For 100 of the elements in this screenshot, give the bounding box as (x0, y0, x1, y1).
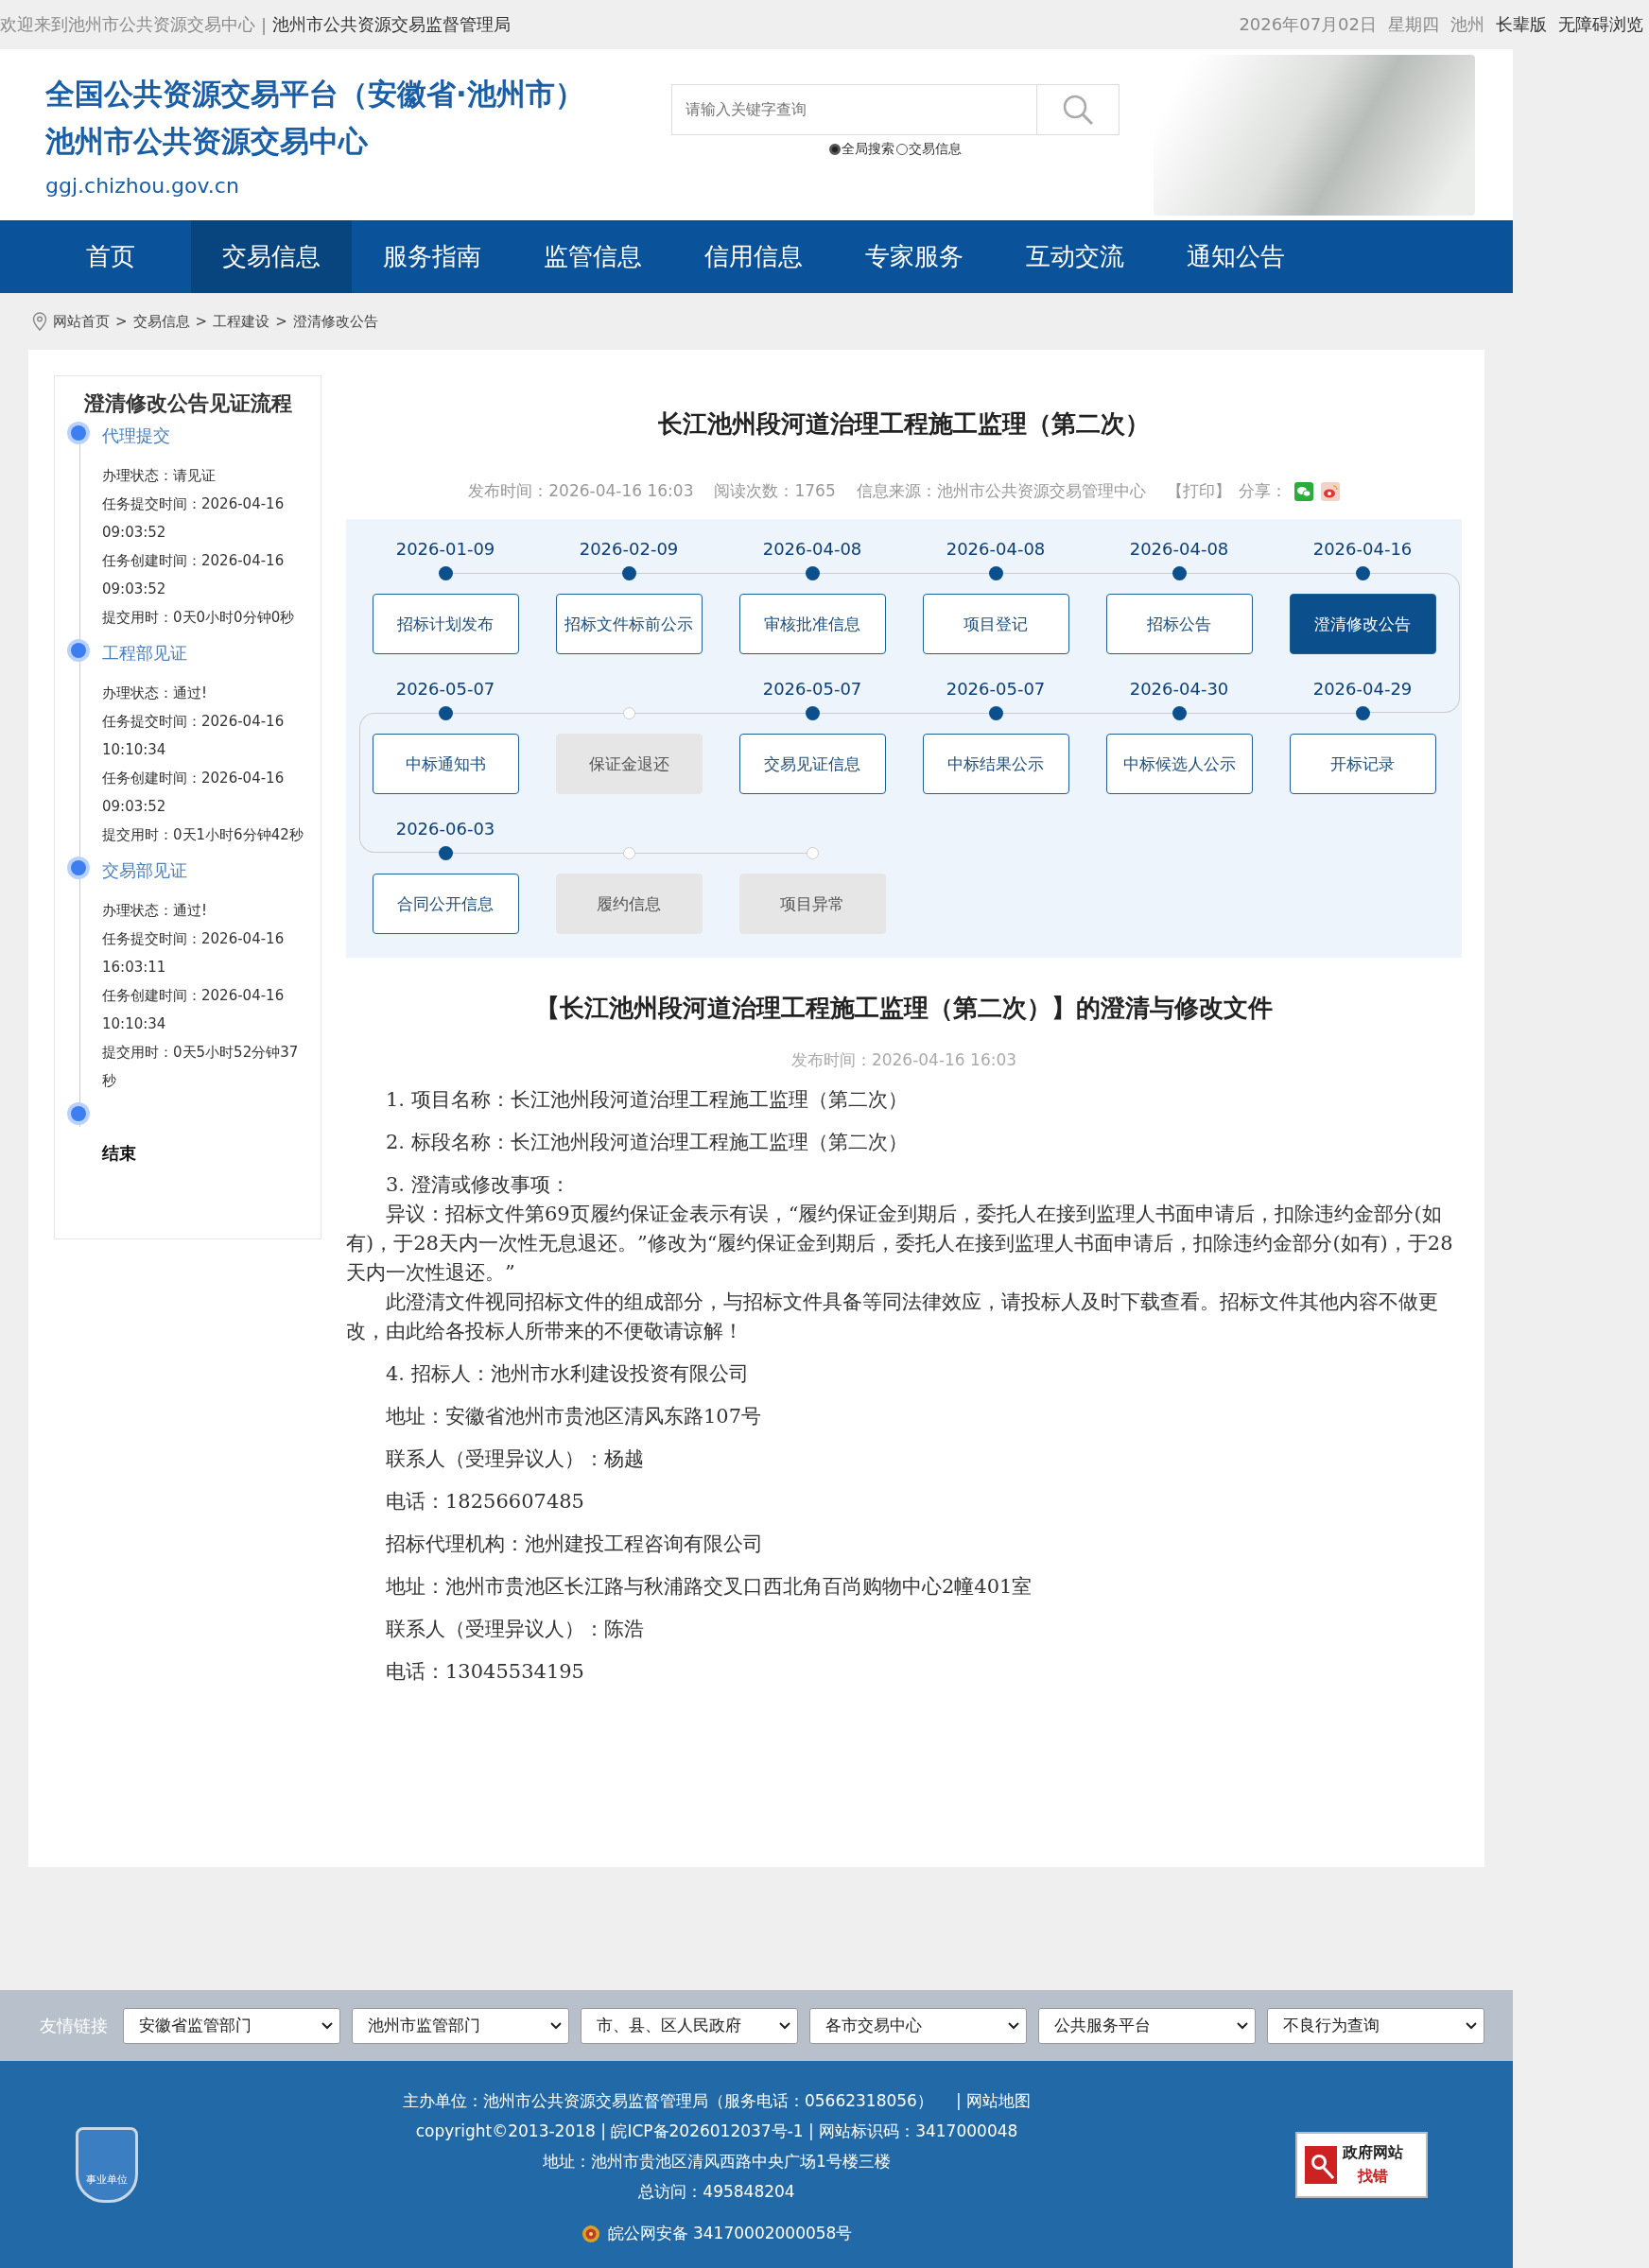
search-icon (1062, 93, 1094, 126)
breadcrumb-link[interactable]: 网站首页 (53, 312, 110, 331)
body-paragraph: 招标代理机构：池州建投工程咨询有限公司 (385, 1532, 764, 1557)
body-paragraph: 1. 项目名称：长江池州段河道治理工程施工监理（第二次） (385, 1087, 909, 1113)
stage-date: 2026-04-08 (946, 539, 1046, 559)
wechat-icon[interactable] (1293, 481, 1313, 501)
link-dropdown[interactable]: 各市交易中心 (809, 2007, 1027, 2044)
nav-tab[interactable]: 交易信息 (191, 220, 352, 293)
stage-button[interactable]: 审核批准信息 (738, 594, 886, 654)
document-date: 发布时间：2026-04-16 16:03 (790, 1049, 1018, 1071)
address-text: 地址：池州市贵池区清风西路中央广场1号楼三楼 (543, 2151, 891, 2173)
stage-date: 2026-01-09 (395, 539, 495, 559)
body-paragraph: 异议：招标文件第69页履约保证金表示有误，“履约保证金到期后，委托人在接到监理人书面申请后，扣除违约金部分(如有)，于28天内一次性无息退还。”修改为“履约保证金到期后，委托人在接到监理人书面申请后，扣除违约金部分(如有)，于28天内一次性退还。” (346, 1202, 1454, 1286)
stage-button[interactable]: 交易见证信息 (738, 734, 886, 794)
breadcrumb-separator: > (115, 313, 128, 330)
body-paragraph: 4. 招标人：池州市水利建设投资有限公司 (385, 1361, 750, 1387)
stage-button[interactable]: 招标计划发布 (372, 594, 519, 654)
body-paragraph: 电话：13045534195 (385, 1659, 585, 1685)
stage-button[interactable]: 中标结果公示 (922, 734, 1069, 794)
step-detail: 任务创建时间：2026-04-16 09:03:52 (102, 769, 286, 817)
breadcrumb-separator: > (275, 313, 287, 330)
breadcrumb-link[interactable]: 澄清修改公告 (292, 312, 378, 331)
body-paragraph: 联系人（受理异议人）：杨越 (385, 1446, 645, 1472)
breadcrumb-link[interactable]: 工程建设 (213, 312, 270, 331)
chevron-down-icon (321, 2020, 334, 2031)
link-dropdown[interactable]: 不良行为查询 (1267, 2007, 1484, 2044)
stage-button[interactable]: 招标公告 (1105, 594, 1253, 654)
sidebar-title: 澄清修改公告见证流程 (82, 390, 293, 417)
body-paragraph: 2. 标段名称：长江池州段河道治理工程施工监理（第二次） (385, 1130, 909, 1155)
nav-tab[interactable]: 首页 (30, 220, 191, 293)
stage-button[interactable]: 中标通知书 (372, 734, 519, 794)
nav-tab[interactable]: 信用信息 (673, 220, 834, 293)
police-record-link[interactable]: 皖公网安备 34170002000058号 (607, 2223, 853, 2244)
stage-button[interactable]: 招标文件标前公示 (555, 594, 703, 654)
link-dropdown[interactable]: 池州市监管部门 (352, 2007, 569, 2044)
step-detail: 提交用时：0天1小时6分钟42秒 (102, 825, 304, 845)
body-paragraph: 地址：安徽省池州市贵池区清风东路107号 (385, 1404, 763, 1429)
sponsor-text: 主办单位：池州市公共资源交易监督管理局（服务电话：05662318056） (402, 2090, 933, 2112)
nav-tab[interactable]: 通知公告 (1155, 220, 1316, 293)
step-end-label: 结束 (102, 1142, 137, 1165)
search-scope-label[interactable]: 交易信息 (909, 140, 962, 158)
link-dropdown[interactable]: 安徽省监管部门 (123, 2007, 340, 2044)
stage-date: 2026-05-07 (395, 679, 495, 699)
search-scope-label[interactable]: 全局搜索 (842, 140, 894, 158)
chevron-down-icon (1007, 2020, 1020, 2031)
step-detail: 任务提交时间：2026-04-16 16:03:11 (102, 929, 286, 978)
weibo-icon[interactable] (1320, 481, 1340, 501)
stage-button[interactable]: 中标候选人公示 (1105, 734, 1253, 794)
institution-emblem: 事业单位 (76, 2126, 138, 2203)
breadcrumb-link[interactable]: 交易信息 (132, 312, 190, 331)
meta-text: 阅读次数：1765 (714, 480, 836, 502)
section-heading: 3. 澄清或修改事项： (385, 1172, 571, 1198)
step-dot (71, 1106, 86, 1121)
step-detail: 提交用时：0天0小时0分钟0秒 (102, 608, 296, 628)
stage-date: 2026-04-30 (1129, 679, 1229, 699)
share-label: 分享： (1238, 480, 1287, 502)
sitemap-link[interactable]: | 网站地图 (955, 2090, 1032, 2112)
stage-button[interactable]: 澄清修改公告 (1289, 594, 1436, 654)
step-dot (71, 425, 86, 441)
search-scope-radio[interactable] (896, 143, 908, 155)
separator: | (261, 14, 268, 35)
body-paragraph: 地址：池州市贵池区长江路与秋浦路交叉口西北角百尚购物中心2幢401室 (385, 1574, 1033, 1600)
stage-date: 2026-04-29 (1312, 679, 1413, 699)
meta-text: 发布时间：2026-04-16 16:03 (468, 480, 694, 502)
city-text: 池州 (1450, 13, 1484, 36)
link-dropdown[interactable]: 公共服务平台 (1038, 2007, 1256, 2044)
step-detail: 办理状态：通过! (102, 684, 208, 703)
site-title: 全国公共资源交易平台（安徽省·池州市） (45, 76, 585, 113)
link-dropdown[interactable]: 市、县、区人民政府 (581, 2007, 798, 2044)
visit-count: 总访问：495848204 (638, 2181, 795, 2203)
friend-links-label: 友情链接 (40, 2014, 108, 2037)
nav-tab[interactable]: 监管信息 (512, 220, 673, 293)
agency-link[interactable]: 池州市公共资源交易监督管理局 (272, 13, 512, 36)
magnifier-icon (1305, 2145, 1337, 2184)
stage-button[interactable]: 开标记录 (1289, 734, 1436, 794)
search-scope-radio[interactable] (829, 143, 841, 155)
body-paragraph: 联系人（受理异议人）：陈浩 (385, 1617, 645, 1642)
stage-date: 2026-02-09 (579, 539, 679, 559)
stage-button[interactable]: 合同公开信息 (372, 874, 519, 934)
article-title: 长江池州段河道治理工程施工监理（第二次） (657, 408, 1151, 440)
chevron-down-icon (1465, 2020, 1478, 2031)
nav-tab[interactable]: 专家服务 (834, 220, 995, 293)
chevron-down-icon (778, 2020, 791, 2031)
step-detail: 提交用时：0天5小时52分钟37秒 (102, 1043, 300, 1091)
search-field[interactable]: 请输入关键字查询 (671, 83, 1036, 135)
nav-tab[interactable]: 互动交流 (995, 220, 1155, 293)
top-link[interactable]: 无障碍浏览 (1558, 13, 1643, 36)
step-detail: 任务提交时间：2026-04-16 09:03:52 (102, 494, 286, 543)
nav-tab[interactable]: 服务指南 (352, 220, 512, 293)
error-report-badge[interactable]: 政府网站 找错 (1295, 2131, 1428, 2198)
top-link[interactable]: 长辈版 (1496, 13, 1547, 36)
document-title: 【长江池州段河道治理工程施工监理（第二次）】的澄清与修改文件 (534, 993, 1274, 1024)
body-paragraph: 此澄清文件视同招标文件的组成部分，与招标文件具备等同法律效应，请投标人及时下载查看。招标文件其他内容不做更改，由此给各投标人所带来的不便敬请谅解！ (346, 1290, 1439, 1344)
step-detail: 任务创建时间：2026-04-16 10:10:34 (102, 986, 286, 1034)
welcome-text: 欢迎来到池州市公共资源交易中心 (0, 13, 255, 36)
search-button[interactable] (1036, 83, 1120, 135)
meta-text: 信息来源：池州市公共资源交易管理中心 (856, 480, 1146, 502)
site-domain: ggj.chizhou.gov.cn (45, 174, 240, 198)
step-detail: 任务提交时间：2026-04-16 10:10:34 (102, 712, 286, 760)
stage-button[interactable]: 项目登记 (922, 594, 1069, 654)
